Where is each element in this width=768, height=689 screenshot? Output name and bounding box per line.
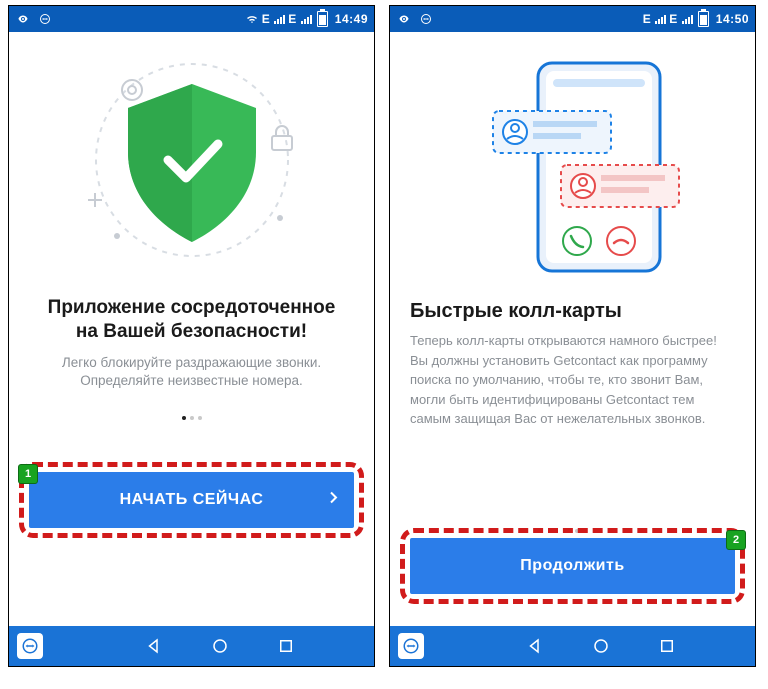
recent-icon[interactable] <box>277 637 295 655</box>
eye-icon <box>396 13 412 25</box>
onboarding-title: Быстрые колл-карты <box>410 300 735 323</box>
network-type: E <box>669 12 678 26</box>
network-type: E <box>288 12 297 26</box>
network-type: E <box>262 12 271 26</box>
navigation-bar <box>9 626 374 666</box>
phone-screen-1: E E 14:49 <box>8 5 375 667</box>
teamviewer-icon <box>37 13 53 25</box>
onboarding-description: Легко блокируйте раздражающие звонки. Оп… <box>29 354 354 392</box>
continue-button[interactable]: Продолжить <box>410 538 735 594</box>
back-icon[interactable] <box>145 637 163 655</box>
button-label: Продолжить <box>520 557 624 575</box>
onboarding-title: Приложение сосредоточенное на Вашей безо… <box>29 296 354 344</box>
network-type: E <box>643 12 652 26</box>
recent-icon[interactable] <box>658 637 676 655</box>
page-indicator <box>29 409 354 423</box>
eye-icon <box>15 13 31 25</box>
security-illustration <box>29 40 354 280</box>
status-bar: E E 14:49 <box>9 6 374 32</box>
signal-icon <box>274 14 285 24</box>
home-icon[interactable] <box>211 637 229 655</box>
signal-icon <box>682 14 693 24</box>
button-label: НАЧАТЬ СЕЙЧАС <box>120 491 264 509</box>
signal-icon <box>655 14 666 24</box>
battery-icon <box>317 11 328 27</box>
teamviewer-app-icon[interactable] <box>17 633 43 659</box>
phone-screen-2: E E 14:50 <box>389 5 756 667</box>
call-cards-illustration <box>410 40 735 280</box>
home-icon[interactable] <box>592 637 610 655</box>
teamviewer-app-icon[interactable] <box>398 633 424 659</box>
back-icon[interactable] <box>526 637 544 655</box>
annotation-marker-2: 2 <box>726 530 746 550</box>
status-time: 14:50 <box>716 12 749 26</box>
page-indicator <box>390 520 755 538</box>
chevron-right-icon <box>328 491 338 510</box>
onboarding-description: Теперь колл-карты открываются намного бы… <box>410 331 735 429</box>
teamviewer-icon <box>418 13 434 25</box>
battery-icon <box>698 11 709 27</box>
annotation-marker-1: 1 <box>18 464 38 484</box>
wifi-icon <box>245 13 259 25</box>
start-now-button[interactable]: НАЧАТЬ СЕЙЧАС <box>29 472 354 528</box>
navigation-bar <box>390 626 755 666</box>
signal-icon <box>301 14 312 24</box>
status-bar: E E 14:50 <box>390 6 755 32</box>
status-time: 14:49 <box>335 12 368 26</box>
